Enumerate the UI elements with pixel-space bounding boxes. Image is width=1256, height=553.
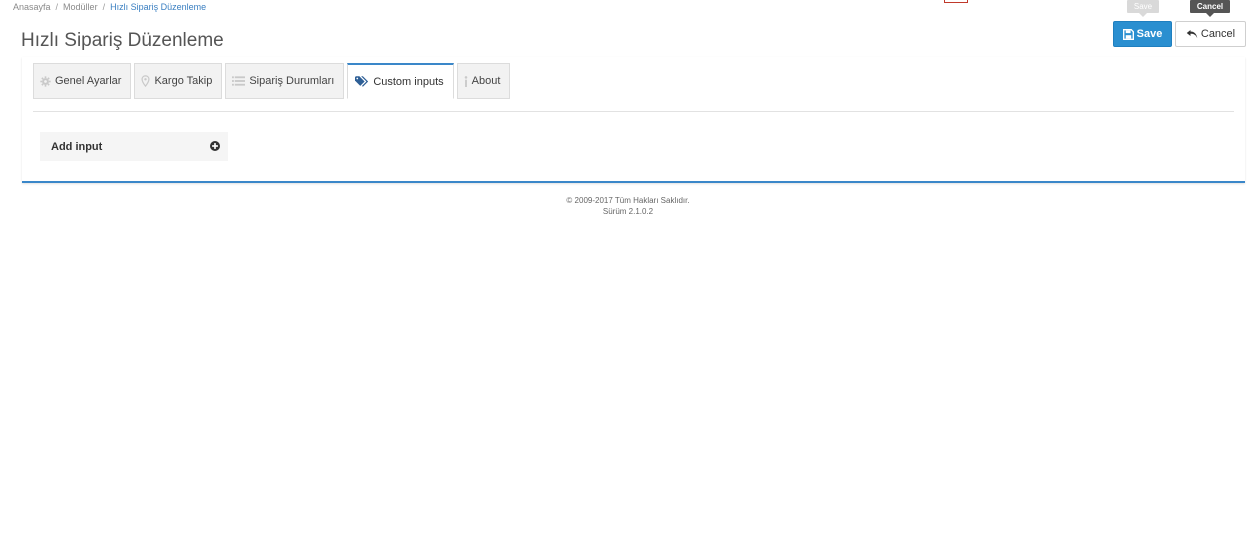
version-text: Sürüm 2.1.0.2 — [602, 207, 654, 216]
undo-arrow-icon — [1186, 29, 1198, 40]
list-icon — [232, 76, 246, 86]
tab-kargo-takip[interactable]: Kargo Takip — [134, 63, 223, 99]
floppy-disk-icon — [1122, 28, 1134, 40]
breadcrumb-separator: / — [55, 2, 59, 12]
breadcrumb-home-link[interactable]: Anasayfa — [13, 2, 51, 12]
save-tooltip: Save — [1127, 0, 1159, 17]
plus-circle-icon — [210, 138, 220, 156]
save-button[interactable]: Save — [1113, 21, 1172, 47]
footer: © 2009-2017 Tüm Hakları Saklıdır. Sürüm … — [0, 195, 1256, 217]
tab-label: Kargo Takip — [154, 75, 213, 87]
page-title: Hızlı Sipariş Düzenleme — [21, 30, 224, 51]
copyright-text: © 2009-2017 Tüm Hakları Saklıdır. — [566, 196, 690, 205]
tab-siparis-durumlari[interactable]: Sipariş Durumları — [225, 63, 345, 99]
module-panel: Genel Ayarlar Kargo Takip Sipariş Duruml… — [22, 57, 1245, 183]
map-pin-icon — [141, 75, 150, 87]
add-input-label: Add input — [51, 140, 103, 153]
cancel-tooltip: Cancel — [1190, 0, 1230, 17]
tab-bar: Genel Ayarlar Kargo Takip Sipariş Duruml… — [33, 63, 513, 99]
tab-label: Custom inputs — [373, 75, 444, 88]
red-marker-decoration — [944, 0, 968, 3]
save-button-label: Save — [1136, 28, 1163, 40]
tab-label: Genel Ayarlar — [55, 75, 122, 87]
breadcrumb-separator: / — [102, 2, 106, 12]
cancel-button-label: Cancel — [1200, 28, 1236, 40]
tab-genel-ayarlar[interactable]: Genel Ayarlar — [33, 63, 132, 99]
tab-divider — [33, 111, 1234, 112]
tags-icon — [355, 76, 369, 87]
cancel-button[interactable]: Cancel — [1175, 21, 1246, 47]
breadcrumb: Anasayfa / Modüller / Hızlı Sipariş Düzenlem… — [13, 2, 206, 12]
add-input-button[interactable]: Add input — [40, 132, 228, 161]
tab-label: About — [471, 75, 501, 87]
breadcrumb-modules-link[interactable]: Modüller — [63, 2, 98, 12]
tab-about[interactable]: About — [456, 63, 511, 99]
gear-icon — [40, 75, 51, 87]
tab-custom-inputs[interactable]: Custom inputs — [347, 63, 454, 99]
info-icon — [464, 75, 468, 87]
tab-label: Sipariş Durumları — [249, 75, 335, 87]
breadcrumb-current: Hızlı Sipariş Düzenleme — [110, 2, 207, 12]
